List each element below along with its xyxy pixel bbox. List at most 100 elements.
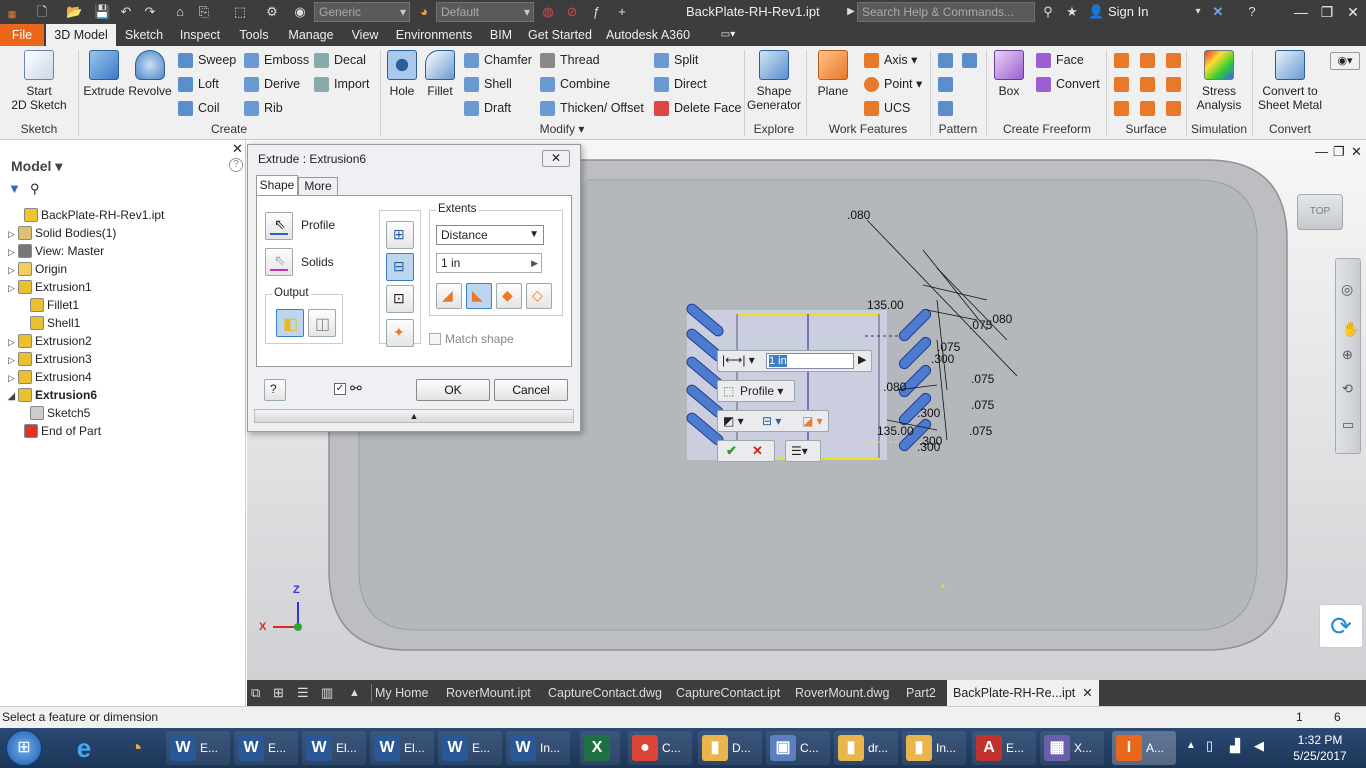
taskbar-app-button[interactable]: ▮ In... <box>902 731 966 765</box>
dimension-label[interactable]: 135.00 <box>877 424 914 438</box>
preview-checkbox[interactable]: ✓ <box>334 383 346 395</box>
material-combo[interactable]: Default <box>436 2 534 22</box>
expand-toggle-icon[interactable]: ▷ <box>8 225 18 243</box>
doc-tab-part2[interactable]: Part2 <box>906 680 936 706</box>
output-solid-button[interactable]: ◧ <box>276 309 304 337</box>
doc-tab-capturecontact-dwg[interactable]: CaptureContact.dwg <box>548 680 662 706</box>
solids-selector-button[interactable]: ⇖ <box>265 248 293 276</box>
tile-grid-icon[interactable]: ⊞ <box>273 680 284 706</box>
mirror-button[interactable] <box>960 50 977 70</box>
thicken-offset-button[interactable]: Thicken/ Offset <box>538 98 644 118</box>
operation-icon[interactable]: ⊟ ▾ <box>762 411 781 431</box>
apply-check-icon[interactable]: ✔ <box>726 441 737 461</box>
direction-icon[interactable]: ◪ ▾ <box>802 411 823 431</box>
coil-button[interactable]: Coil <box>176 98 220 118</box>
tree-item[interactable]: ▷ Extrusion2 <box>8 332 92 350</box>
taskbar-app-button[interactable]: A E... <box>972 731 1036 765</box>
sketch-pattern-button[interactable] <box>936 98 953 118</box>
browser-header[interactable]: Model ▾ <box>11 158 62 175</box>
share-view-icon[interactable]: ⟳ <box>1319 604 1363 648</box>
surface-tool-8[interactable] <box>1138 98 1155 118</box>
expand-toggle-icon[interactable]: ▷ <box>8 369 18 387</box>
expand-toggle-icon[interactable]: ▷ <box>8 279 18 297</box>
steering-wheel-icon[interactable]: ◎ <box>1341 281 1353 298</box>
profile-selector-button[interactable]: ⇖ <box>265 212 293 240</box>
cancel-x-icon[interactable]: ✕ <box>752 441 763 461</box>
surface-tool-1[interactable] <box>1112 50 1129 70</box>
mini-flyout-icon[interactable]: ▶ <box>858 353 866 366</box>
import-button[interactable]: Import <box>312 74 369 94</box>
surface-tool-3[interactable] <box>1164 50 1181 70</box>
expand-toggle-icon[interactable]: ▷ <box>8 243 18 261</box>
doc-tab-my-home[interactable]: My Home <box>375 680 428 706</box>
binoculars-search-icon[interactable]: ⚲ <box>30 181 40 197</box>
taskbar-app-button[interactable]: X <box>580 731 620 765</box>
dimension-label[interactable]: .075 <box>969 424 992 438</box>
network-icon[interactable]: ▟ <box>1230 738 1240 754</box>
outlook-icon[interactable]: ◔ <box>114 731 158 765</box>
tab-autodesk-a360[interactable]: Autodesk A360 <box>602 24 694 46</box>
tab-view[interactable]: View <box>346 24 384 46</box>
exchange-icon[interactable]: ✕ <box>1210 4 1226 20</box>
distance-input[interactable]: 1 in ▶ <box>436 253 542 273</box>
surface-tool-2[interactable] <box>1138 50 1155 70</box>
dimension-label[interactable]: .080 <box>847 208 870 222</box>
dimension-label[interactable]: .300 <box>917 440 940 454</box>
dialog-help-button[interactable]: ? <box>264 379 286 401</box>
decal-button[interactable]: Decal <box>312 50 366 70</box>
update-icon[interactable]: ⚙ <box>264 4 280 20</box>
tray-expand-icon[interactable]: ▲ <box>1186 740 1196 751</box>
symmetric-button[interactable]: ◆ <box>496 283 522 309</box>
tree-item[interactable]: Sketch5 <box>20 404 90 422</box>
tab-get-started[interactable]: Get Started <box>524 24 596 46</box>
intersect-button[interactable]: ⊡ <box>386 285 414 313</box>
loft-button[interactable]: Loft <box>176 74 219 94</box>
surface-tool-4[interactable] <box>1112 74 1129 94</box>
tree-item[interactable]: End of Part <box>14 422 101 440</box>
thread-button[interactable]: Thread <box>538 50 600 70</box>
home-icon[interactable]: ⌂ <box>172 4 188 20</box>
surface-tool-6[interactable] <box>1164 74 1181 94</box>
help-circle-icon[interactable]: ? <box>229 158 243 172</box>
circ-pattern-button[interactable] <box>936 74 953 94</box>
expand-toggle-icon[interactable]: ▷ <box>8 261 18 279</box>
tile-cascade-icon[interactable]: ⧉ <box>251 680 260 706</box>
doc-tab-capturecontact-ipt[interactable]: CaptureContact.ipt <box>676 680 780 706</box>
clear-icon[interactable]: ⊘ <box>564 4 580 20</box>
doc-tab-backplate[interactable]: BackPlate-RH-Re...ipt ✕ <box>947 680 1099 706</box>
taskbar-app-button[interactable]: ▣ C... <box>766 731 830 765</box>
tab-tools[interactable]: Tools <box>232 24 276 46</box>
close-window-icon[interactable]: ✕ <box>1340 2 1366 22</box>
tab-environments[interactable]: Environments <box>390 24 478 46</box>
taskbar-app-button[interactable]: W El... <box>370 731 434 765</box>
tree-item[interactable]: ▷ Extrusion4 <box>8 368 92 386</box>
view-cube[interactable]: TOP <box>1297 194 1343 230</box>
dimension-label[interactable]: .075 <box>971 398 994 412</box>
undo-icon[interactable]: ↶ <box>118 4 134 20</box>
sweep-button[interactable]: Sweep <box>176 50 236 70</box>
look-at-icon[interactable]: ▭ <box>1342 417 1354 433</box>
close-tab-icon[interactable]: ✕ <box>1082 686 1092 700</box>
taskbar-app-button[interactable]: W E... <box>438 731 502 765</box>
tab-manage[interactable]: Manage <box>282 24 340 46</box>
filter-icon[interactable]: ▼ <box>8 181 21 196</box>
globe-icon[interactable]: ◉ <box>292 4 308 20</box>
internet-explorer-icon[interactable]: e <box>62 731 106 765</box>
surface-tool-5[interactable] <box>1138 74 1155 94</box>
new-file-icon[interactable]: 🗋 <box>34 4 50 20</box>
tab-3d-model[interactable]: 3D Model <box>46 24 116 46</box>
cancel-button[interactable]: Cancel <box>494 379 568 401</box>
dialog-collapse-icon[interactable]: ▲ <box>254 409 574 423</box>
tile-vertical-icon[interactable]: ▥ <box>321 680 333 706</box>
taskbar-app-button[interactable]: ▮ D... <box>698 731 762 765</box>
inventor-logo-icon[interactable]: ▦ <box>4 6 20 22</box>
open-file-icon[interactable]: 📂 <box>66 4 82 20</box>
match-shape-checkbox[interactable] <box>429 333 441 345</box>
clock-date[interactable]: 5/25/2017 <box>1286 749 1354 763</box>
shape-generator-button[interactable]: Shape Generator <box>746 50 802 112</box>
fx-icon[interactable]: ƒ <box>588 4 604 20</box>
volume-icon[interactable]: ◀ <box>1254 738 1264 754</box>
tab-file[interactable]: File <box>0 24 44 46</box>
doc-tab-rovermount-ipt[interactable]: RoverMount.ipt <box>446 680 531 706</box>
appearance-combo[interactable]: Generic <box>314 2 410 22</box>
